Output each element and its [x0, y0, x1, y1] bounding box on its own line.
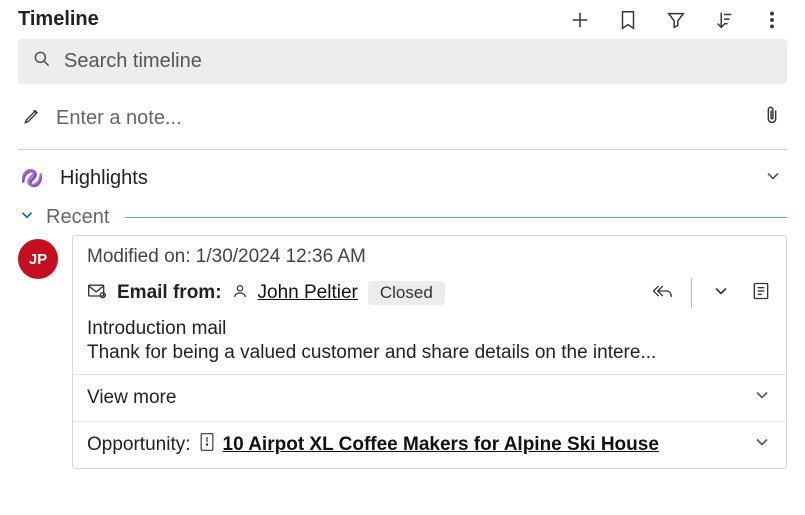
search-input[interactable]: Search timeline	[18, 39, 787, 84]
filter-icon[interactable]	[665, 9, 687, 31]
more-icon[interactable]	[761, 9, 783, 31]
bookmark-icon[interactable]	[617, 9, 639, 31]
sender-link[interactable]: John Peltier	[258, 282, 358, 304]
opportunity-row[interactable]: Opportunity: 10 Airpot XL Coffee Makers …	[73, 421, 786, 468]
sort-icon[interactable]	[713, 9, 735, 31]
opportunity-icon	[197, 432, 217, 458]
email-icon	[87, 282, 107, 305]
separator	[691, 278, 692, 308]
modified-on: Modified on: 1/30/2024 12:36 AM	[87, 246, 772, 268]
recent-collapse-icon[interactable]	[18, 206, 36, 229]
add-icon[interactable]	[569, 9, 591, 31]
chevron-down-icon	[752, 385, 772, 411]
avatar: JP	[18, 239, 58, 279]
view-more-label: View more	[87, 387, 176, 409]
note-detail-icon[interactable]	[750, 281, 772, 306]
header-actions	[569, 9, 787, 31]
note-input[interactable]: Enter a note...	[56, 107, 747, 130]
email-preview: Thank for being a valued customer and sh…	[87, 342, 772, 364]
highlights-section[interactable]: Highlights	[60, 167, 749, 190]
copilot-icon	[18, 164, 46, 192]
activity-card: Modified on: 1/30/2024 12:36 AM Email fr…	[72, 235, 787, 469]
opportunity-link[interactable]: 10 Airpot XL Coffee Makers for Alpine Sk…	[223, 434, 659, 456]
email-subject: Introduction mail	[87, 318, 772, 340]
search-placeholder: Search timeline	[64, 50, 202, 73]
recent-divider	[125, 217, 787, 218]
chevron-down-icon	[752, 432, 772, 458]
reply-all-icon[interactable]	[651, 281, 673, 306]
recent-label: Recent	[46, 206, 109, 229]
chevron-down-icon[interactable]	[763, 166, 783, 191]
pencil-icon[interactable]	[22, 106, 42, 131]
view-more-row[interactable]: View more	[73, 374, 786, 421]
chevron-down-icon[interactable]	[710, 281, 732, 306]
email-from-label: Email from:	[117, 282, 222, 304]
status-badge: Closed	[368, 281, 445, 305]
modified-label: Modified on:	[87, 246, 191, 267]
modified-value: 1/30/2024 12:36 AM	[196, 246, 366, 267]
opportunity-label: Opportunity:	[87, 434, 191, 456]
person-icon	[232, 283, 248, 304]
page-title: Timeline	[18, 8, 99, 31]
attachment-icon[interactable]	[761, 104, 783, 133]
search-icon	[32, 49, 52, 74]
